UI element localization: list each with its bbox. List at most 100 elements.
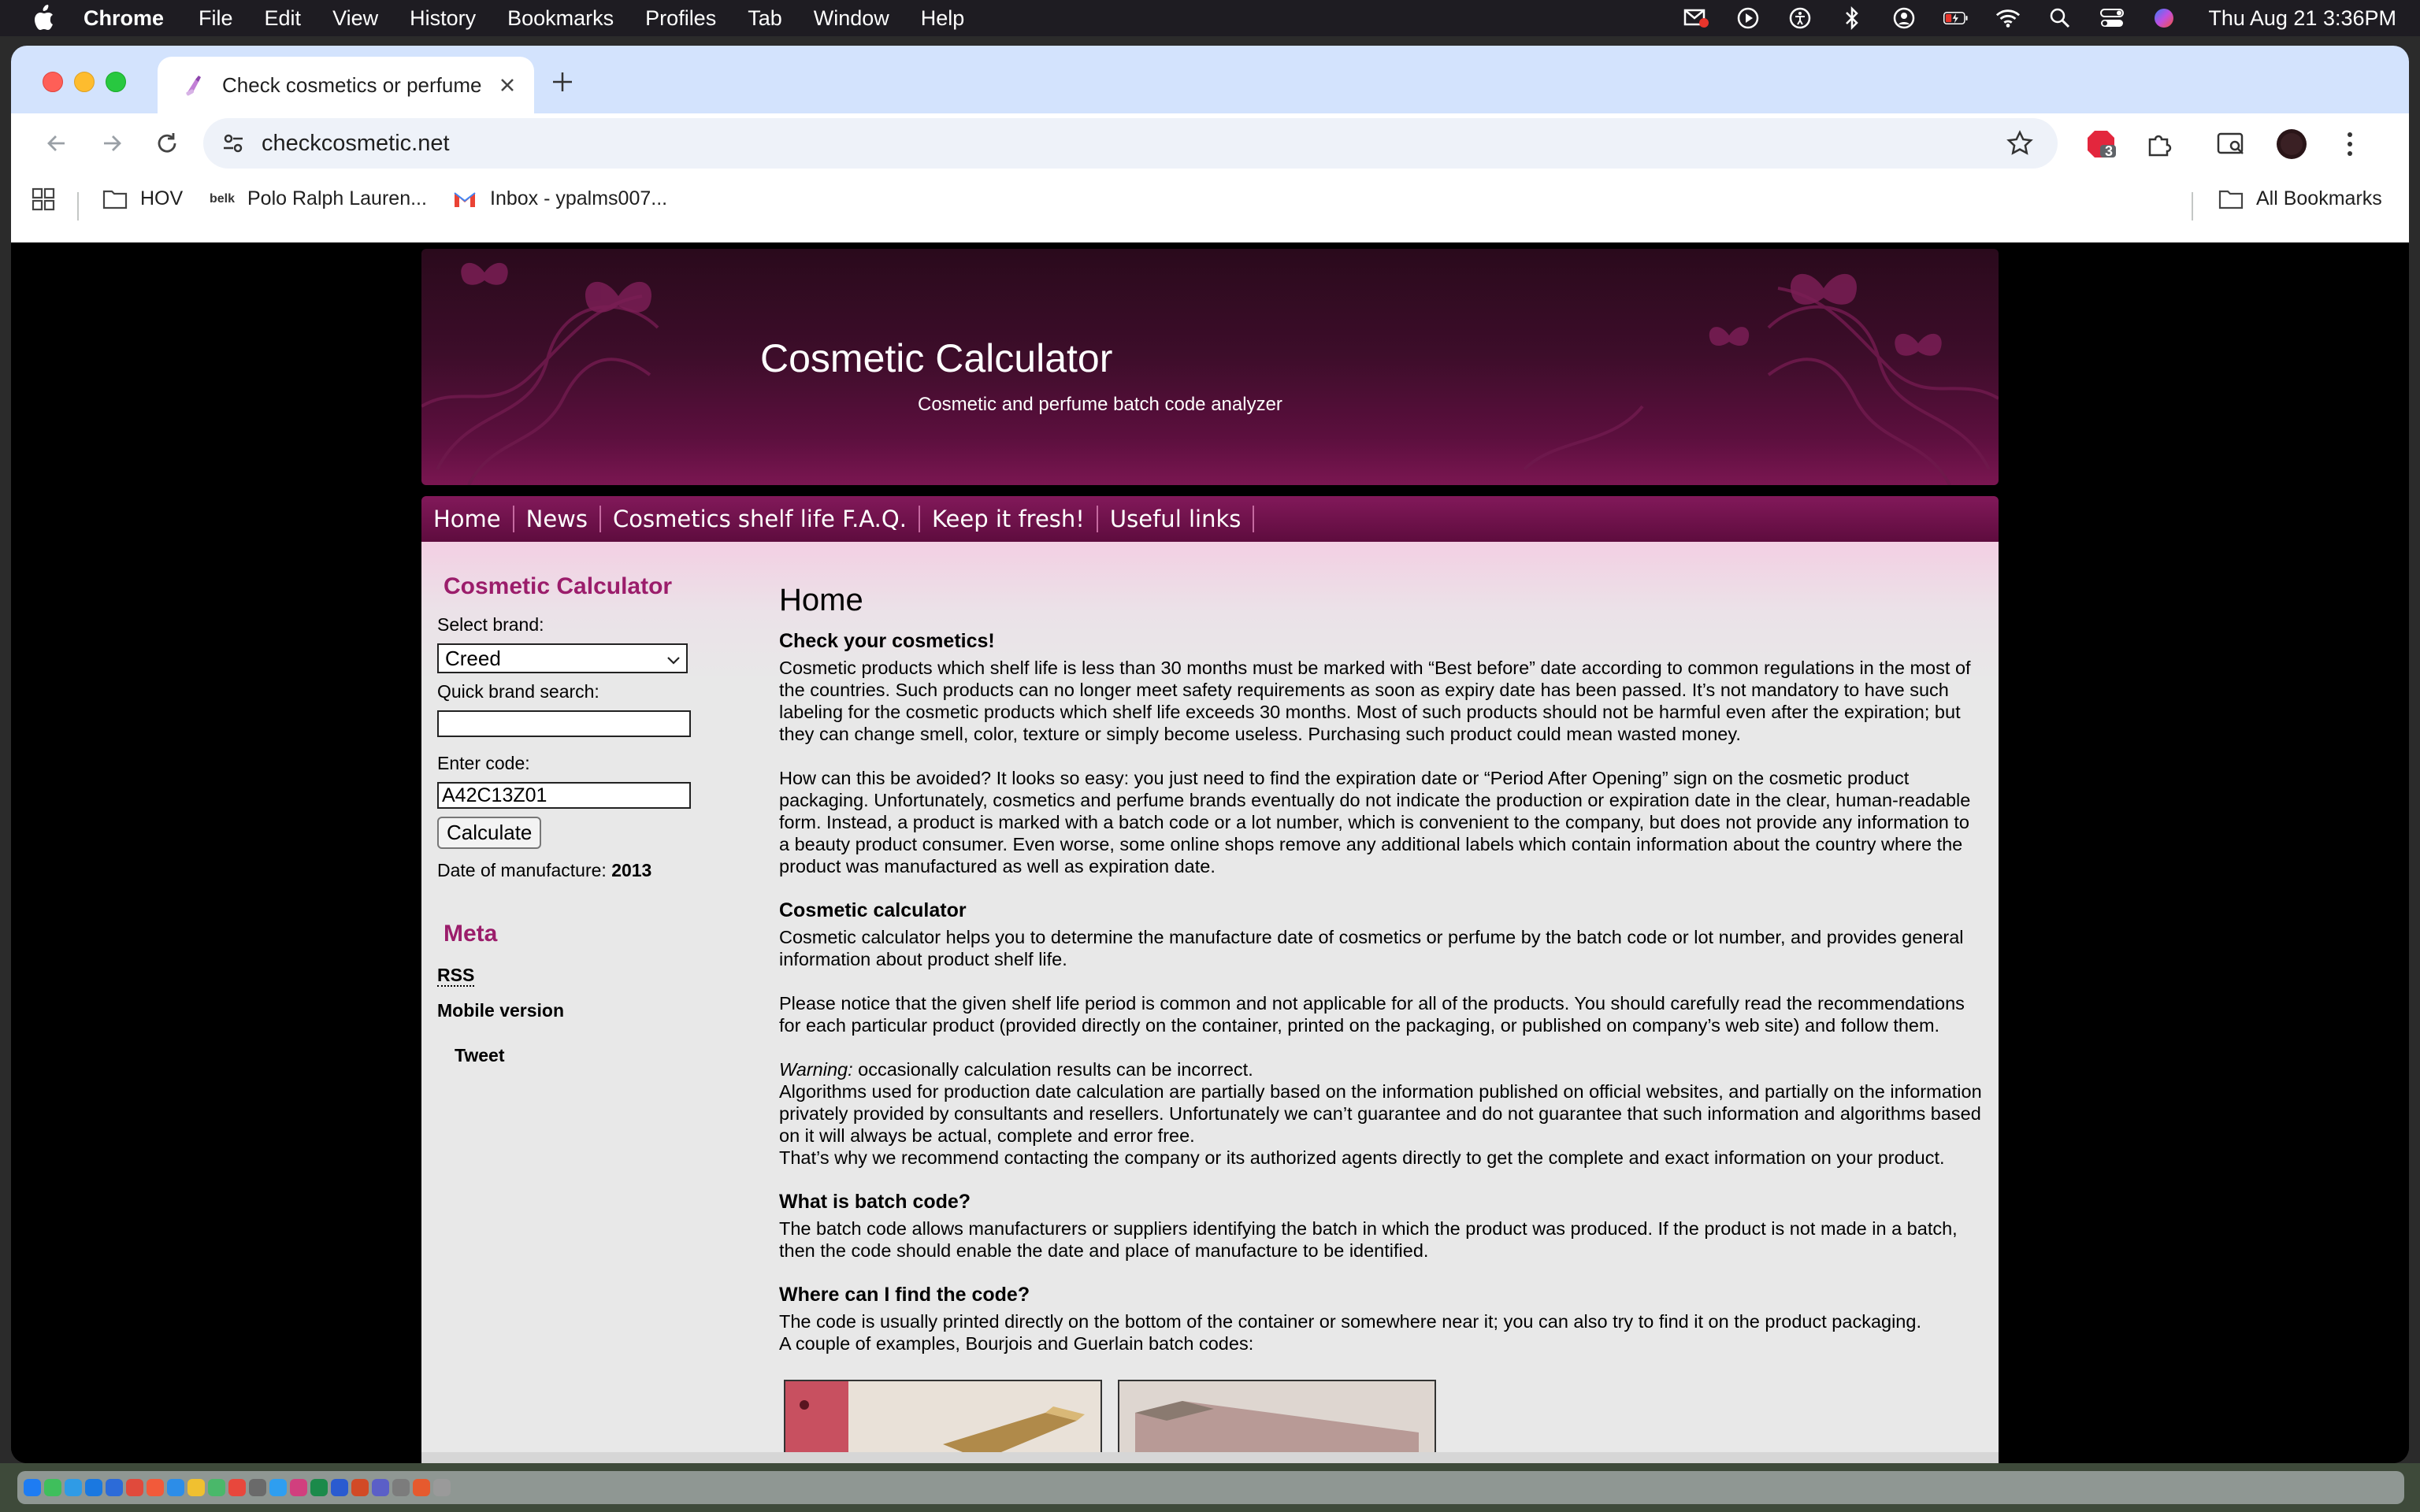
nav-news[interactable]: News bbox=[514, 506, 602, 532]
apple-icon[interactable] bbox=[32, 5, 55, 32]
notes-icon[interactable] bbox=[187, 1479, 205, 1496]
nav-faq[interactable]: Cosmetics shelf life F.A.Q. bbox=[601, 506, 920, 532]
site-info-icon[interactable] bbox=[221, 131, 246, 156]
menu-history[interactable]: History bbox=[410, 6, 476, 31]
control-center-icon[interactable] bbox=[2099, 6, 2125, 31]
menu-tab[interactable]: Tab bbox=[748, 6, 782, 31]
brand-select[interactable]: Creed bbox=[437, 643, 688, 673]
batch-code-examples bbox=[784, 1380, 1436, 1458]
all-bookmarks[interactable]: All Bookmarks bbox=[2218, 187, 2382, 210]
app-store-icon[interactable] bbox=[269, 1479, 287, 1496]
menu-bookmarks[interactable]: Bookmarks bbox=[507, 6, 614, 31]
messages-icon[interactable] bbox=[44, 1479, 61, 1496]
teams-icon[interactable] bbox=[372, 1479, 389, 1496]
forward-button[interactable] bbox=[96, 128, 128, 159]
podcasts-icon[interactable] bbox=[290, 1479, 307, 1496]
quick-brand-search-input[interactable] bbox=[437, 710, 691, 737]
trash-icon[interactable] bbox=[433, 1479, 451, 1496]
facetime-icon[interactable] bbox=[167, 1479, 184, 1496]
tab-search-icon[interactable] bbox=[2215, 128, 2248, 161]
paragraph: Cosmetic calculator helps you to determi… bbox=[779, 927, 1964, 969]
horizontal-scrollbar[interactable] bbox=[421, 1452, 1999, 1463]
bookmark-label: HOV bbox=[140, 187, 184, 209]
calendar-icon[interactable] bbox=[228, 1479, 246, 1496]
nav-home[interactable]: Home bbox=[421, 506, 514, 532]
profile-avatar[interactable] bbox=[2275, 128, 2308, 161]
batch-code-input[interactable]: A42C13Z01 bbox=[437, 782, 691, 809]
bookmark-inbox[interactable]: Inbox - ypalms007... bbox=[452, 187, 667, 210]
play-circle-icon[interactable] bbox=[1735, 6, 1761, 31]
section-heading: Where can I find the code? bbox=[779, 1284, 1030, 1306]
result-label: Date of manufacture: bbox=[437, 860, 607, 880]
excel-icon[interactable] bbox=[310, 1479, 328, 1496]
code-label: Enter code: bbox=[437, 753, 530, 773]
adblock-extension-icon[interactable]: 3 bbox=[2084, 128, 2118, 161]
siri-icon[interactable] bbox=[2151, 6, 2177, 31]
close-window-button[interactable] bbox=[43, 72, 63, 92]
word-icon[interactable] bbox=[331, 1479, 348, 1496]
paragraph: That’s why we recommend contacting the c… bbox=[779, 1147, 1945, 1168]
paragraph: Algorithms used for production date calc… bbox=[779, 1081, 1982, 1146]
tab-title: Check cosmetics or perfume bbox=[222, 72, 482, 97]
settings-icon[interactable] bbox=[249, 1479, 266, 1496]
extensions-puzzle-icon[interactable] bbox=[2143, 128, 2176, 161]
chrome-icon[interactable] bbox=[208, 1479, 225, 1496]
rss-link[interactable]: RSS bbox=[437, 965, 721, 987]
terminal-icon[interactable] bbox=[392, 1479, 410, 1496]
accessibility-icon[interactable] bbox=[1787, 6, 1813, 31]
nav-keep-fresh[interactable]: Keep it fresh! bbox=[920, 506, 1098, 532]
more-menu-icon[interactable] bbox=[2333, 128, 2366, 161]
mail-notification-icon[interactable] bbox=[1683, 6, 1709, 31]
reload-button[interactable] bbox=[151, 128, 183, 159]
brand-label: Select brand: bbox=[437, 614, 544, 635]
quick-search-label: Quick brand search: bbox=[437, 681, 599, 702]
close-tab-icon[interactable] bbox=[496, 74, 518, 96]
menu-help[interactable]: Help bbox=[921, 6, 965, 31]
mail-icon[interactable] bbox=[106, 1479, 123, 1496]
bookmark-star-icon[interactable] bbox=[2006, 129, 2034, 158]
finder-icon[interactable] bbox=[24, 1479, 41, 1496]
safari-icon[interactable] bbox=[85, 1479, 102, 1496]
tweet-button[interactable]: Tweet bbox=[455, 1045, 721, 1066]
acrobat-icon[interactable] bbox=[413, 1479, 430, 1496]
maps-icon[interactable] bbox=[65, 1479, 82, 1496]
powerpoint-icon[interactable] bbox=[351, 1479, 369, 1496]
menubar-clock[interactable]: Thu Aug 21 3:36PM bbox=[2208, 6, 2396, 31]
bluetooth-icon[interactable] bbox=[1839, 6, 1865, 31]
gmail-icon bbox=[452, 188, 477, 210]
new-tab-icon[interactable] bbox=[548, 68, 577, 96]
calculate-button[interactable]: Calculate bbox=[437, 817, 542, 849]
tab-checkcosmetic[interactable]: Check cosmetics or perfume bbox=[158, 57, 534, 113]
minimize-window-button[interactable] bbox=[74, 72, 95, 92]
manufacture-date-result: Date of manufacture: 2013 bbox=[437, 860, 721, 881]
back-button[interactable] bbox=[41, 128, 72, 159]
menu-view[interactable]: View bbox=[332, 6, 378, 31]
menu-file[interactable]: File bbox=[199, 6, 233, 31]
photos-icon[interactable] bbox=[147, 1479, 164, 1496]
bookmark-hov[interactable]: HOV bbox=[102, 187, 183, 210]
sidebar: Cosmetic Calculator Select brand: Creed … bbox=[437, 573, 721, 1066]
mobile-version-link[interactable]: Mobile version bbox=[437, 1000, 721, 1021]
nav-useful-links[interactable]: Useful links bbox=[1098, 506, 1255, 532]
site-subtitle: Cosmetic and perfume batch code analyzer bbox=[918, 394, 1282, 415]
section-heading: What is batch code? bbox=[779, 1191, 971, 1213]
dock-bar bbox=[17, 1471, 2404, 1504]
menu-app-chrome[interactable]: Chrome bbox=[84, 6, 164, 31]
menu-window[interactable]: Window bbox=[814, 6, 889, 31]
menu-edit[interactable]: Edit bbox=[265, 6, 302, 31]
belk-icon: belk bbox=[210, 191, 236, 206]
bookmark-polo[interactable]: belk Polo Ralph Lauren... bbox=[210, 187, 427, 210]
music-icon[interactable] bbox=[126, 1479, 143, 1496]
bookmarks-bar: HOV belk Polo Ralph Lauren... Inbox - ypa… bbox=[11, 173, 2409, 243]
apps-grid-icon[interactable] bbox=[32, 187, 55, 211]
paragraph: The code is usually printed directly on … bbox=[779, 1311, 1921, 1332]
user-account-icon[interactable] bbox=[1891, 6, 1917, 31]
meta-heading: Meta bbox=[444, 921, 498, 947]
menu-profiles[interactable]: Profiles bbox=[645, 6, 716, 31]
search-icon[interactable] bbox=[2047, 6, 2073, 31]
zoom-window-button[interactable] bbox=[106, 72, 126, 92]
wifi-icon[interactable] bbox=[1995, 6, 2021, 31]
url-text[interactable]: checkcosmetic.net bbox=[262, 131, 450, 157]
address-bar[interactable]: checkcosmetic.net bbox=[203, 118, 2058, 169]
battery-charging-icon[interactable] bbox=[1943, 6, 1969, 31]
